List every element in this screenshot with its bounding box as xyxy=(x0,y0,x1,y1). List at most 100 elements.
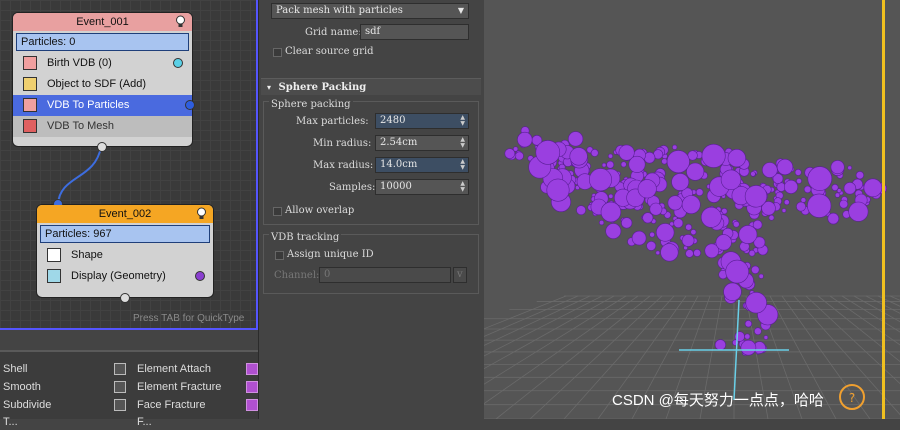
particle-sphere xyxy=(733,220,740,228)
op-item-subdivide[interactable]: Subdivide xyxy=(3,397,51,413)
particle-sphere xyxy=(803,185,812,194)
op-item-face-fracture[interactable]: Face Fracture xyxy=(137,397,205,413)
op-shape[interactable]: Shape xyxy=(37,245,213,266)
mode-dropdown[interactable]: Pack mesh with particles ▼ xyxy=(271,3,469,19)
event-002-node[interactable]: Event_002 Particles: 967 Shape Display (… xyxy=(36,199,214,303)
particle-sphere xyxy=(831,184,839,192)
particle-sphere xyxy=(535,140,561,165)
assign-unique-id-label: Assign unique ID xyxy=(287,249,374,260)
particle-sphere xyxy=(567,131,584,147)
max-particles-spinner[interactable]: 2480 ▲ ▼ xyxy=(375,113,469,129)
particle-sphere xyxy=(671,173,690,191)
op-object-to-sdf[interactable]: Object to SDF (Add) xyxy=(13,74,192,95)
element-attach-icon xyxy=(114,363,126,375)
op-item-f[interactable]: F... xyxy=(137,414,152,430)
particle-sphere xyxy=(725,259,749,284)
quicktype-hint: Press TAB for QuickType xyxy=(133,313,245,324)
grid-name-label: Grid name: xyxy=(305,27,362,38)
op-item-element-attach[interactable]: Element Attach xyxy=(137,361,211,377)
rollout-title: Sphere Packing xyxy=(278,82,367,93)
grid-name-input[interactable]: sdf xyxy=(360,24,469,40)
input-port-icon[interactable] xyxy=(97,142,107,152)
particle-sphere xyxy=(723,282,742,301)
birth-vdb-icon xyxy=(23,56,37,70)
particle-sphere xyxy=(693,248,701,257)
output-port-icon[interactable] xyxy=(195,271,205,281)
channel-input[interactable]: 0 xyxy=(319,267,451,283)
op-vdb-to-mesh[interactable]: VDB To Mesh xyxy=(13,116,192,137)
max-particles-label: Max particles: xyxy=(296,116,369,127)
min-radius-spinner[interactable]: 2.54cm ▲ ▼ xyxy=(375,135,469,151)
particle-sphere xyxy=(546,178,570,202)
particle-sphere xyxy=(661,158,668,165)
particle-sphere xyxy=(834,192,841,198)
max-radius-spinner[interactable]: 14.0cm ▲ ▼ xyxy=(375,157,469,173)
op-item-element-fracture[interactable]: Element Fracture xyxy=(137,379,221,395)
particle-sphere xyxy=(807,166,833,191)
particle-sphere xyxy=(656,223,675,242)
event-001-title: Event_001 xyxy=(76,16,129,28)
op-item-t[interactable]: T... xyxy=(3,414,18,430)
particle-sphere xyxy=(601,162,607,168)
spinner-arrows-icon[interactable]: ▲ ▼ xyxy=(460,115,465,127)
particle-sphere xyxy=(700,206,722,228)
samples-label: Samples: xyxy=(329,182,376,193)
op-birth-vdb[interactable]: Birth VDB (0) xyxy=(13,53,192,74)
op-item-smooth[interactable]: Smooth xyxy=(3,379,41,395)
particle-sphere xyxy=(672,144,678,150)
min-radius-value: 2.54cm xyxy=(380,137,418,148)
particle-sphere xyxy=(695,188,704,196)
max-radius-value: 14.0cm xyxy=(380,159,418,170)
vdb-to-mesh-icon xyxy=(23,119,37,133)
particle-view[interactable]: Event_001 Particles: 0 Birth VDB (0) Obj… xyxy=(0,0,258,330)
particle-sphere xyxy=(701,143,726,168)
clear-source-grid-label: Clear source grid xyxy=(285,46,374,57)
output-port-icon[interactable] xyxy=(173,58,183,68)
particle-sphere xyxy=(768,214,775,221)
allow-overlap-checkbox[interactable] xyxy=(273,207,282,216)
channel-dropdown-arrow-icon[interactable]: v xyxy=(453,267,467,283)
spinner-arrows-icon[interactable]: ▲ ▼ xyxy=(460,181,465,193)
particle-sphere xyxy=(589,168,613,192)
lightbulb-icon[interactable] xyxy=(196,207,207,220)
vdb-tracking-group: VDB tracking xyxy=(263,232,479,294)
pink-op-icon xyxy=(246,399,258,411)
op-vdb-to-particles[interactable]: VDB To Particles xyxy=(13,95,195,116)
spinner-arrows-icon[interactable]: ▲ ▼ xyxy=(460,137,465,149)
op-display[interactable]: Display (Geometry) xyxy=(37,266,213,287)
max-particles-value: 2480 xyxy=(380,115,406,126)
particle-sphere xyxy=(666,150,690,174)
assign-unique-id-checkbox[interactable] xyxy=(275,251,284,260)
svg-text:?: ? xyxy=(849,391,855,405)
particle-sphere xyxy=(590,148,599,157)
spinner-arrows-icon[interactable]: ▲ ▼ xyxy=(460,159,465,171)
op-item-shell[interactable]: Shell xyxy=(3,361,27,377)
op-label: Object to SDF (Add) xyxy=(47,78,147,90)
particle-sphere xyxy=(667,195,683,211)
particle-sphere xyxy=(727,149,746,168)
particle-sphere xyxy=(843,182,857,195)
particle-sphere xyxy=(839,199,849,209)
shape-icon xyxy=(47,248,61,262)
event-002-header[interactable]: Event_002 xyxy=(37,205,213,223)
event-001-node[interactable]: Event_001 Particles: 0 Birth VDB (0) Obj… xyxy=(12,12,195,152)
particle-sphere xyxy=(660,243,679,262)
viewport-scene xyxy=(484,126,900,419)
particle-sphere xyxy=(750,171,756,177)
modifier-panel: Pack mesh with particles ▼ Grid name: sd… xyxy=(258,0,484,419)
event-002-title: Event_002 xyxy=(98,208,152,220)
output-port-icon[interactable] xyxy=(185,100,195,110)
lightbulb-icon[interactable] xyxy=(175,15,186,28)
sphere-packing-rollout-header[interactable]: ▾ Sphere Packing xyxy=(261,78,481,95)
particle-sphere xyxy=(608,193,614,199)
3d-viewport[interactable] xyxy=(484,0,900,419)
bottom-port-icon[interactable] xyxy=(120,293,130,303)
particle-sphere xyxy=(807,193,832,218)
samples-spinner[interactable]: 10000 ▲ ▼ xyxy=(375,179,469,195)
clear-source-grid-checkbox[interactable] xyxy=(273,48,282,57)
particle-sphere xyxy=(598,220,605,226)
event-001-header[interactable]: Event_001 xyxy=(13,13,192,31)
particle-sphere xyxy=(605,223,622,239)
particle-sphere xyxy=(515,151,524,161)
particle-sphere xyxy=(748,249,756,257)
